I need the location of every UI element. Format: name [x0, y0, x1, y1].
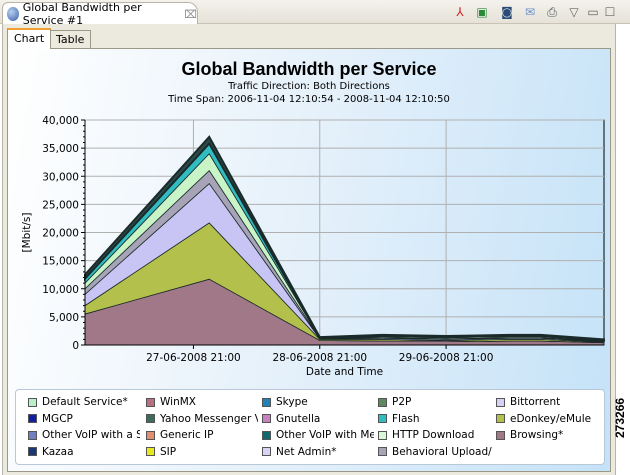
y-tick-label: 40,000 [42, 115, 79, 127]
legend-item: SIP [146, 446, 258, 458]
y-tick-label: 20,000 [42, 228, 79, 240]
legend-label: P2P [392, 396, 412, 408]
legend-label: Other VoIP with a Si [42, 429, 140, 441]
tab-chart[interactable]: Chart [7, 28, 52, 49]
y-tick-label: 35,000 [42, 143, 79, 155]
legend-label: Skype [276, 396, 308, 408]
legend-swatch [378, 430, 387, 440]
view-title-bar: Global Bandwidth per Service #1 ⌧ ⅄ ▣ ◙ ✉ ⎙ ▽… [0, 0, 630, 27]
legend-label: Kazaa [42, 445, 74, 458]
legend-swatch [496, 397, 505, 407]
x-axis-label: Date and Time [306, 366, 383, 378]
y-tick-label: 15,000 [42, 256, 79, 268]
y-tick-label: 5,000 [49, 312, 79, 324]
legend-label: HTTP Download [392, 429, 475, 441]
legend-label: Behavioral Upload/D [392, 445, 492, 458]
mail-icon[interactable]: ✉ [522, 4, 538, 20]
print-icon[interactable]: ⎙ [544, 4, 560, 20]
excel-export-icon[interactable]: ▣ [474, 4, 490, 20]
legend-item: Skype [262, 396, 374, 408]
x-tick-label: 27-06-2008 21:00 [146, 352, 241, 364]
y-axis-label: [Mbit/s] [21, 213, 33, 253]
legend-label: Default Service* [42, 396, 128, 408]
legend-swatch [146, 430, 155, 440]
x-tick-label: 29-06-2008 21:00 [399, 352, 494, 364]
y-tick-label: 0 [72, 340, 79, 352]
minimize-icon[interactable]: ▭ [585, 4, 601, 20]
legend-item: MGCP [28, 413, 140, 425]
view-tab[interactable]: Global Bandwidth per Service #1 ⌧ [2, 1, 198, 27]
legend-item: Gnutella [262, 413, 374, 425]
figure-id: 273266 [613, 397, 627, 438]
legend-item: eDonkey/eMule [496, 413, 602, 425]
legend-swatch [28, 414, 37, 423]
legend-swatch [28, 430, 37, 440]
tab-table[interactable]: Table [49, 30, 92, 49]
legend-swatch [496, 430, 505, 440]
legend-item: Bittorrent [496, 396, 602, 408]
legend-label: eDonkey/eMule [510, 412, 592, 425]
legend-swatch [496, 414, 505, 423]
legend-item: HTTP Download [378, 429, 492, 441]
legend-item: Other VoIP with Mec [262, 429, 374, 441]
legend-label: MGCP [42, 412, 73, 425]
legend-item: Kazaa [28, 446, 140, 458]
legend-item: Net Admin* [262, 446, 374, 458]
legend-item: Browsing* [496, 429, 602, 441]
y-tick-label: 30,000 [42, 171, 79, 183]
maximize-icon[interactable]: ☐ [602, 4, 618, 20]
legend-item: Other VoIP with a Si [28, 429, 140, 441]
legend-label: Generic IP [160, 429, 214, 441]
legend-swatch [146, 447, 155, 456]
legend-label: Bittorrent [510, 396, 561, 408]
legend-item: WinMX [146, 396, 258, 408]
legend-label: Browsing* [510, 429, 564, 441]
legend-label: Net Admin* [276, 445, 337, 458]
chart-area: Global Bandwidth per Service Traffic Dir… [7, 48, 611, 472]
legend-label: SIP [160, 445, 177, 458]
legend-item: Yahoo Messenger Vc [146, 413, 258, 425]
legend-swatch [378, 414, 387, 423]
legend-swatch [262, 447, 271, 456]
chart-plot: 0 5,000 10,000 15,000 20,000 25,000 30,000 35,0… [21, 115, 605, 378]
x-tick-label: 28-06-2008 21:00 [272, 352, 367, 364]
legend-swatch [28, 397, 37, 407]
close-icon[interactable]: ⌧ [184, 8, 197, 21]
legend-label: WinMX [160, 396, 196, 408]
legend-item: Flash [378, 413, 492, 425]
legend-item: Behavioral Upload/D [378, 446, 492, 458]
legend-swatch [262, 430, 271, 440]
legend-item: Generic IP [146, 429, 258, 441]
view-panel: Chart Table Global Bandwidth per Service… [2, 24, 616, 475]
y-tick-label: 25,000 [42, 199, 79, 211]
legend-label: Gnutella [276, 412, 321, 425]
legend-swatch [262, 397, 271, 407]
pdf-export-icon[interactable]: ⅄ [452, 4, 468, 20]
legend-label: Flash [392, 412, 420, 425]
globe-icon [7, 7, 19, 21]
legend-swatch [378, 397, 387, 407]
chart-legend: Default Service* WinMX Skype P2P Bittorrent M… [15, 389, 605, 465]
legend-label: Other VoIP with Mec [276, 429, 374, 441]
legend-swatch [146, 397, 155, 407]
legend-item: P2P [378, 396, 492, 408]
legend-swatch [378, 447, 387, 456]
legend-swatch [146, 414, 155, 423]
view-menu-icon[interactable]: ▽ [566, 4, 582, 20]
legend-label: Yahoo Messenger Vc [160, 412, 258, 425]
legend-item: Default Service* [28, 396, 140, 408]
legend-swatch [28, 447, 37, 456]
y-tick-label: 10,000 [42, 284, 79, 296]
legend-swatch [262, 414, 271, 423]
camera-icon[interactable]: ◙ [499, 4, 515, 20]
